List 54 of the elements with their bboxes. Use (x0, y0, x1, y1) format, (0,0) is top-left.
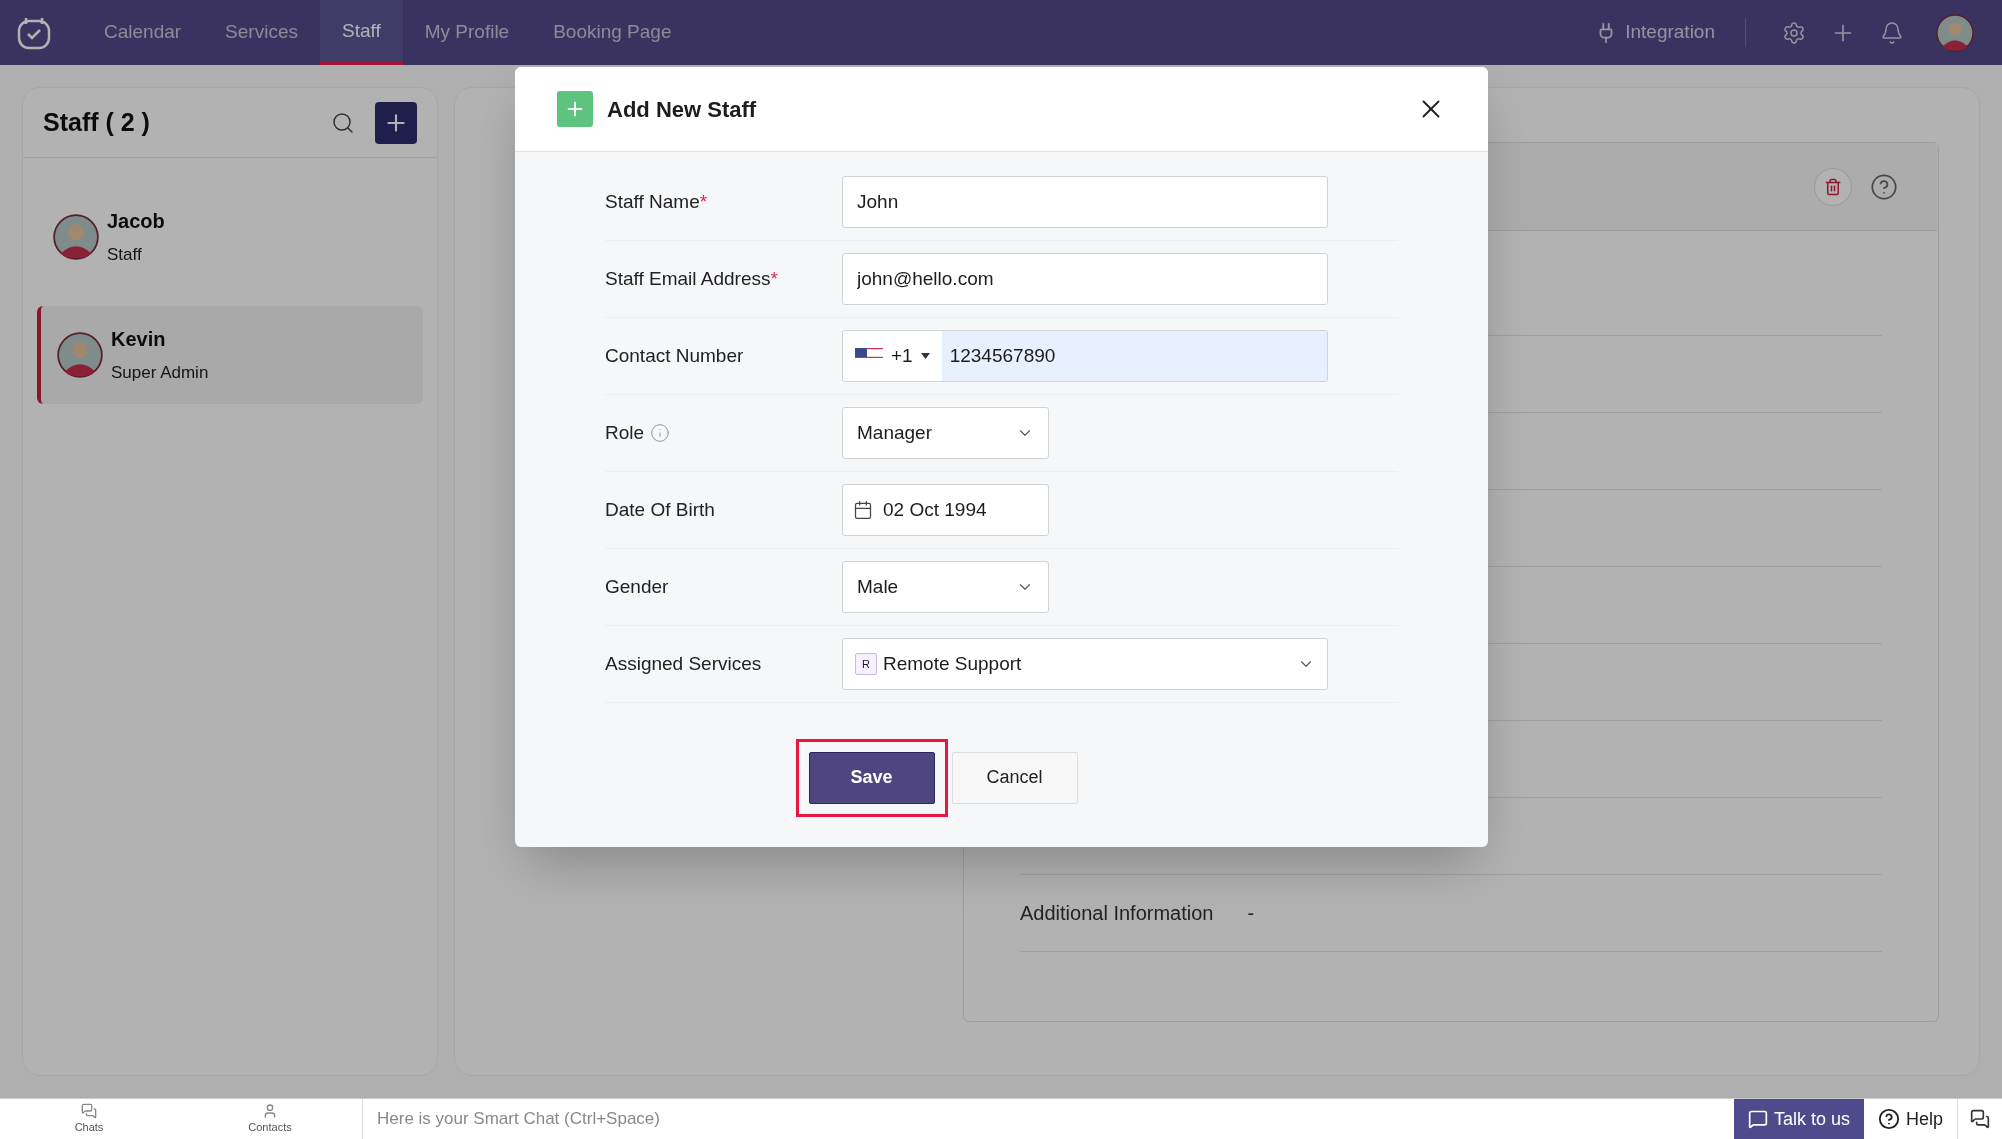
phone-field[interactable]: +1 1234567890 (842, 330, 1328, 382)
field-label: Assigned Services (605, 651, 762, 676)
text-field[interactable]: John (842, 176, 1328, 228)
staff-item[interactable]: Kevin Super Admin (37, 306, 423, 404)
avatar-icon (1936, 13, 1974, 52)
person-icon (262, 1102, 278, 1119)
services-select[interactable]: R Remote Support (842, 638, 1328, 690)
select-field[interactable]: Manager (842, 407, 1049, 459)
caret-icon (920, 353, 930, 359)
add-staff-button[interactable] (375, 101, 417, 144)
settings-icon[interactable] (1782, 20, 1806, 45)
select-field[interactable]: Male (842, 561, 1049, 613)
field-label: Staff Name* (605, 189, 708, 214)
avatar-icon (57, 332, 103, 378)
text-field[interactable]: john@hello.com (842, 253, 1328, 305)
staff-item[interactable]: Jacob Staff (37, 188, 423, 286)
save-button[interactable]: Save (808, 751, 935, 804)
panel-title: Staff ( 2 ) (43, 106, 151, 138)
integration-button[interactable]: Integration (1595, 18, 1746, 47)
chat-icon (1747, 1109, 1768, 1129)
service-tag: Remote Support (883, 649, 1022, 679)
avatar-icon (53, 214, 99, 260)
staff-name: Jacob (107, 209, 165, 235)
field-label: Contact Number (605, 343, 744, 368)
field-label: Role (605, 420, 645, 445)
field-label: Gender (605, 574, 669, 599)
dialog-title: Add New Staff (607, 95, 758, 124)
help-icon[interactable] (1870, 172, 1898, 201)
chat-bubbles-icon (81, 1102, 97, 1119)
service-initial: R (855, 653, 877, 675)
field-label: Staff Email Address* (605, 266, 778, 291)
bell-icon[interactable] (1880, 20, 1904, 45)
calendar-icon (853, 500, 873, 520)
add-icon (557, 91, 593, 127)
help-icon (1877, 1108, 1900, 1130)
cancel-button[interactable]: Cancel (951, 751, 1078, 804)
smart-chat-field[interactable]: Here is your Smart Chat (Ctrl+Space) (363, 1099, 1734, 1139)
date-field[interactable]: 02 Oct 1994 (842, 484, 1049, 536)
talk-to-us-button[interactable]: Talk to us (1733, 1099, 1864, 1139)
country-code: +1 (891, 343, 913, 368)
staff-role: Super Admin (111, 362, 209, 385)
staff-role: Staff (107, 244, 143, 267)
detail-label: Additional Information (1020, 901, 1214, 926)
delete-button[interactable] (1814, 167, 1852, 206)
nav-tab[interactable]: Staff (319, 0, 403, 65)
search-icon[interactable] (331, 110, 355, 135)
contacts-button[interactable]: Contacts (178, 1099, 363, 1139)
help-button[interactable]: Help (1863, 1099, 1958, 1139)
staff-name: Kevin (111, 327, 167, 353)
trash-icon (1824, 177, 1842, 196)
detail-value: - (1247, 901, 1255, 926)
phone-number: 1234567890 (941, 331, 1327, 381)
chats-button[interactable]: Chats (0, 1099, 178, 1139)
field-label: Date Of Birth (605, 497, 715, 522)
